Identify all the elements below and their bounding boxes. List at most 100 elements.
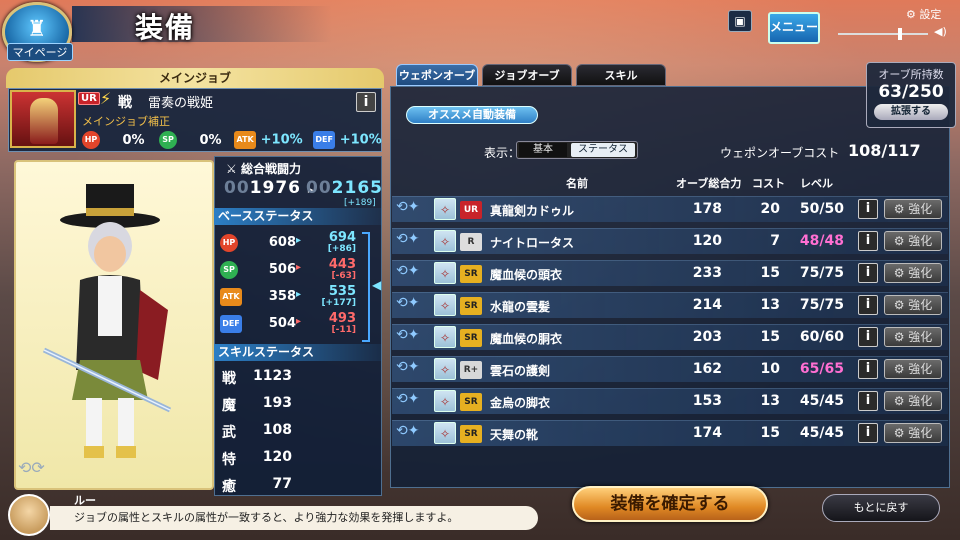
menu-button[interactable]: メニュー	[768, 12, 820, 44]
orb-name: 水龍の雲髪	[490, 300, 551, 314]
hp-icon: HP	[220, 234, 238, 252]
expand-button[interactable]: 拡張する	[874, 104, 948, 120]
chain-icon: ⟲✦	[396, 423, 420, 439]
orb-info-button[interactable]: i	[858, 391, 878, 411]
enhance-button[interactable]: ⚙ 強化	[884, 327, 942, 347]
hp-icon: HP	[82, 131, 100, 149]
enhance-label: 強化	[908, 202, 933, 216]
stat-current: 504	[268, 316, 296, 331]
home-button[interactable]: ♜ マイページ	[2, 2, 73, 62]
stat-diff: [-11]	[331, 325, 357, 335]
orb-name: 魔血候の頭衣	[490, 268, 563, 282]
home-label: マイページ	[7, 43, 73, 61]
camera-icon: ▣	[734, 14, 746, 28]
orb-row[interactable]: ⟲✦ ✧ UR 真龍剣カドゥル 178 20 50/50 i ⚙ 強化	[392, 196, 948, 222]
speaker-icon: ◀)	[934, 25, 947, 38]
orb-level: 65/65	[799, 361, 844, 377]
skill-value: 120	[262, 449, 292, 465]
orb-cost: 15	[760, 265, 780, 281]
stat-arrow: ▸	[296, 289, 302, 300]
enhance-button[interactable]: ⚙ 強化	[884, 391, 942, 411]
orb-cost: 20	[760, 201, 780, 217]
atk-icon: ATK	[220, 288, 242, 306]
col-level: レベル	[800, 177, 833, 190]
enhance-label: 強化	[908, 330, 933, 344]
orb-icon: ✧	[434, 294, 456, 316]
orb-row[interactable]: ⟲✦ ✧ SR 金烏の脚衣 153 13 45/45 i ⚙ 強化	[392, 388, 948, 414]
advisor-avatar	[8, 494, 50, 536]
mainjob-section-label: メインジョブ	[158, 71, 231, 85]
stat-next: 493	[328, 311, 356, 326]
mainjob-header: メインジョブ	[6, 68, 384, 88]
chain-icon: ⟲✦	[396, 359, 420, 375]
base-status-row: DEF 504 ▸ 493 [-11]	[220, 311, 380, 339]
orb-row[interactable]: ⟲✦ ✧ R+ 雲石の護剣 162 10 65/65 i ⚙ 強化	[392, 356, 948, 382]
orb-row[interactable]: ⟲✦ ✧ R ナイトロータス 120 7 48/48 i ⚙ 強化	[392, 228, 948, 254]
title-bar	[72, 6, 332, 42]
orb-level: 60/60	[799, 329, 844, 345]
orb-info-button[interactable]: i	[858, 199, 878, 219]
enhance-button[interactable]: ⚙ 強化	[884, 423, 942, 443]
col-cost: コスト	[752, 177, 785, 190]
orb-icon: ✧	[434, 358, 456, 380]
display-status-option[interactable]: ステータス	[571, 143, 635, 157]
orb-cost: 15	[760, 425, 780, 441]
chain-icon: ⟲✦	[396, 295, 420, 311]
combat-power-old-prefix: 00	[224, 178, 250, 198]
orb-name: ナイトロータス	[490, 236, 575, 250]
job-name: 雷奏の戦姫	[148, 96, 214, 111]
orb-level: 50/50	[799, 201, 844, 217]
confirm-equip-button[interactable]: 装備を確定する	[572, 486, 768, 522]
volume-knob[interactable]	[898, 28, 902, 40]
skill-status-header: スキルステータス	[214, 344, 382, 361]
job-rarity-badge: UR	[78, 92, 100, 105]
orb-level: 75/75	[799, 297, 844, 313]
combat-power-new: 002165	[306, 178, 383, 198]
character-sprite	[42, 184, 172, 458]
combat-power-new-prefix: 00	[306, 178, 332, 198]
cost-label: ウェポンオーブコスト	[720, 146, 840, 160]
orb-cost: 10	[760, 361, 780, 377]
enhance-button[interactable]: ⚙ 強化	[884, 263, 942, 283]
def-bonus: +10%	[339, 132, 382, 148]
stat-bracket	[362, 232, 370, 342]
base-status-row: ATK 358 ▸ 535 [+177]	[220, 284, 380, 312]
orb-info-button[interactable]: i	[858, 263, 878, 283]
combat-power-label-text: 総合戦闘力	[240, 162, 301, 176]
enhance-button[interactable]: ⚙ 強化	[884, 295, 942, 315]
tab-job-orb[interactable]: ジョブオーブ	[482, 64, 572, 86]
orb-row[interactable]: ⟲✦ ✧ SR 魔血候の胴衣 203 15 60/60 i ⚙ 強化	[392, 324, 948, 350]
stat-arrow: ▸	[296, 262, 302, 273]
orb-info-button[interactable]: i	[858, 295, 878, 315]
volume-slider[interactable]: ◀)	[838, 25, 950, 40]
orb-row[interactable]: ⟲✦ ✧ SR 魔血候の頭衣 233 15 75/75 i ⚙ 強化	[392, 260, 948, 286]
enhance-label: 強化	[908, 362, 933, 376]
enhance-button[interactable]: ⚙ 強化	[884, 359, 942, 379]
enhance-label: 強化	[908, 426, 933, 440]
settings-button[interactable]: ⚙ 設定	[906, 6, 941, 22]
tab-skill[interactable]: スキル	[576, 64, 666, 86]
enhance-button[interactable]: ⚙ 強化	[884, 199, 942, 219]
enhance-button[interactable]: ⚙ 強化	[884, 231, 942, 251]
orb-info-button[interactable]: i	[858, 359, 878, 379]
orb-level: 75/75	[799, 265, 844, 281]
orb-info-button[interactable]: i	[858, 231, 878, 251]
enhance-label: 強化	[908, 234, 933, 248]
orb-cost: 15	[760, 329, 780, 345]
auto-equip-button[interactable]: オススメ自動装備	[406, 106, 538, 124]
chain-icon: ⟲✦	[396, 199, 420, 215]
revert-button[interactable]: もとに戻す	[822, 494, 940, 522]
orb-info-button[interactable]: i	[858, 423, 878, 443]
orb-power: 120	[692, 233, 722, 249]
camera-button[interactable]: ▣	[728, 10, 752, 32]
orb-row[interactable]: ⟲✦ ✧ SR 天舞の靴 174 15 45/45 i ⚙ 強化	[392, 420, 948, 446]
job-portrait[interactable]	[10, 90, 76, 148]
orb-rarity-badge: SR	[460, 425, 482, 443]
display-basic-option[interactable]: 基本	[519, 143, 567, 157]
job-info-button[interactable]: i	[356, 92, 376, 112]
orb-row[interactable]: ⟲✦ ✧ SR 水龍の雲髪 214 13 75/75 i ⚙ 強化	[392, 292, 948, 318]
tab-weapon-orb[interactable]: ウェポンオーブ	[396, 64, 478, 86]
rotate-icon[interactable]: ⟲⟳	[18, 458, 45, 477]
skill-value: 193	[262, 395, 292, 411]
orb-info-button[interactable]: i	[858, 327, 878, 347]
